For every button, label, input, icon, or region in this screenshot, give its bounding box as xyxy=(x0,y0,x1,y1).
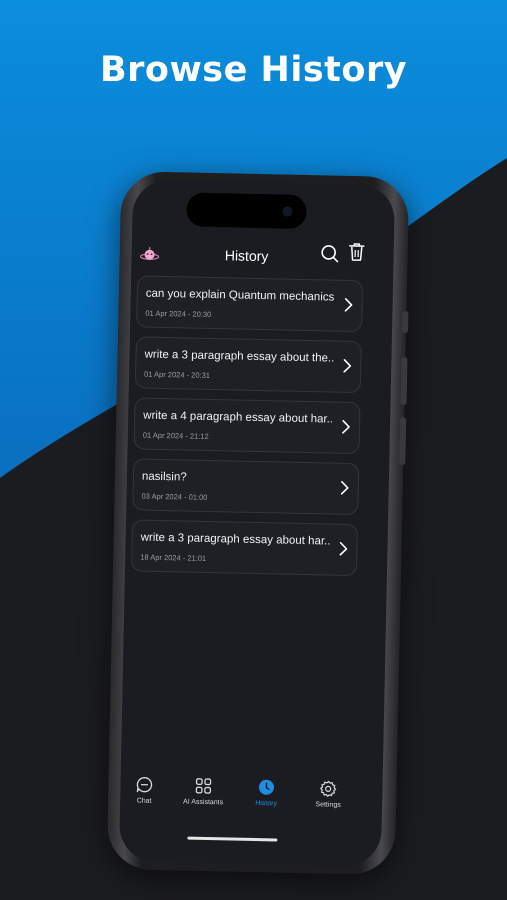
tab-history[interactable]: History xyxy=(236,778,297,808)
history-item-date: 01 Apr 2024 - 20:31 xyxy=(143,369,211,380)
history-item[interactable]: nasilsin? 03 Apr 2024 - 01:00 xyxy=(132,458,360,516)
chevron-right-icon xyxy=(344,298,353,312)
history-item-date: 01 Apr 2024 - 21:12 xyxy=(142,430,209,441)
phone-mockup: History can you explain Quantum mechanic… xyxy=(106,171,410,875)
phone-side-button xyxy=(399,416,407,466)
chat-bubble-icon xyxy=(136,777,153,793)
chevron-right-icon xyxy=(339,541,348,556)
history-item-date: 18 Apr 2024 - 21:01 xyxy=(140,552,207,563)
clock-icon xyxy=(258,779,274,795)
top-bar: History xyxy=(131,235,394,276)
history-item-title: nasilsin? xyxy=(141,470,187,484)
chevron-right-icon xyxy=(340,480,349,495)
tab-settings[interactable]: Settings xyxy=(298,779,359,809)
history-item[interactable]: write a 3 paragraph essay about har... 1… xyxy=(130,519,358,577)
tab-label: Chat xyxy=(136,797,152,805)
tab-ai-assistants[interactable]: AI Assistants xyxy=(173,776,234,806)
history-item[interactable]: write a 4 paragraph essay about har... 0… xyxy=(133,397,361,455)
history-item-date: 03 Apr 2024 - 01:00 xyxy=(141,491,208,502)
headline: Browse History xyxy=(99,50,408,90)
chevron-right-icon xyxy=(343,358,352,373)
history-item[interactable]: write a 3 paragraph essay about the... 0… xyxy=(134,336,362,394)
history-item-title: write a 4 paragraph essay about har... xyxy=(143,409,334,426)
history-item-title: can you explain Quantum mechanics l... xyxy=(145,287,336,304)
history-item[interactable]: can you explain Quantum mechanics l... 0… xyxy=(136,275,364,333)
dynamic-island xyxy=(186,192,307,229)
history-item-title: write a 3 paragraph essay about the... xyxy=(144,348,335,365)
search-icon[interactable] xyxy=(319,243,339,263)
phone-side-button xyxy=(400,356,408,406)
tab-label: History xyxy=(255,800,278,808)
grid-icon xyxy=(195,778,212,794)
chevron-right-icon xyxy=(342,419,350,434)
app-screen: History can you explain Quantum mechanic… xyxy=(118,179,396,867)
history-item-date: 01 Apr 2024 - 20:30 xyxy=(145,308,212,319)
phone-side-button xyxy=(402,311,409,334)
history-item-title: write a 3 paragraph essay about har... xyxy=(140,531,331,548)
history-list: can you explain Quantum mechanics l... 0… xyxy=(130,275,364,585)
gear-icon xyxy=(320,780,337,797)
tab-label: Settings xyxy=(315,801,341,809)
trash-icon[interactable] xyxy=(347,242,365,262)
tab-chat[interactable]: Chat xyxy=(119,775,175,805)
tab-label: AI Assistants xyxy=(183,798,224,807)
